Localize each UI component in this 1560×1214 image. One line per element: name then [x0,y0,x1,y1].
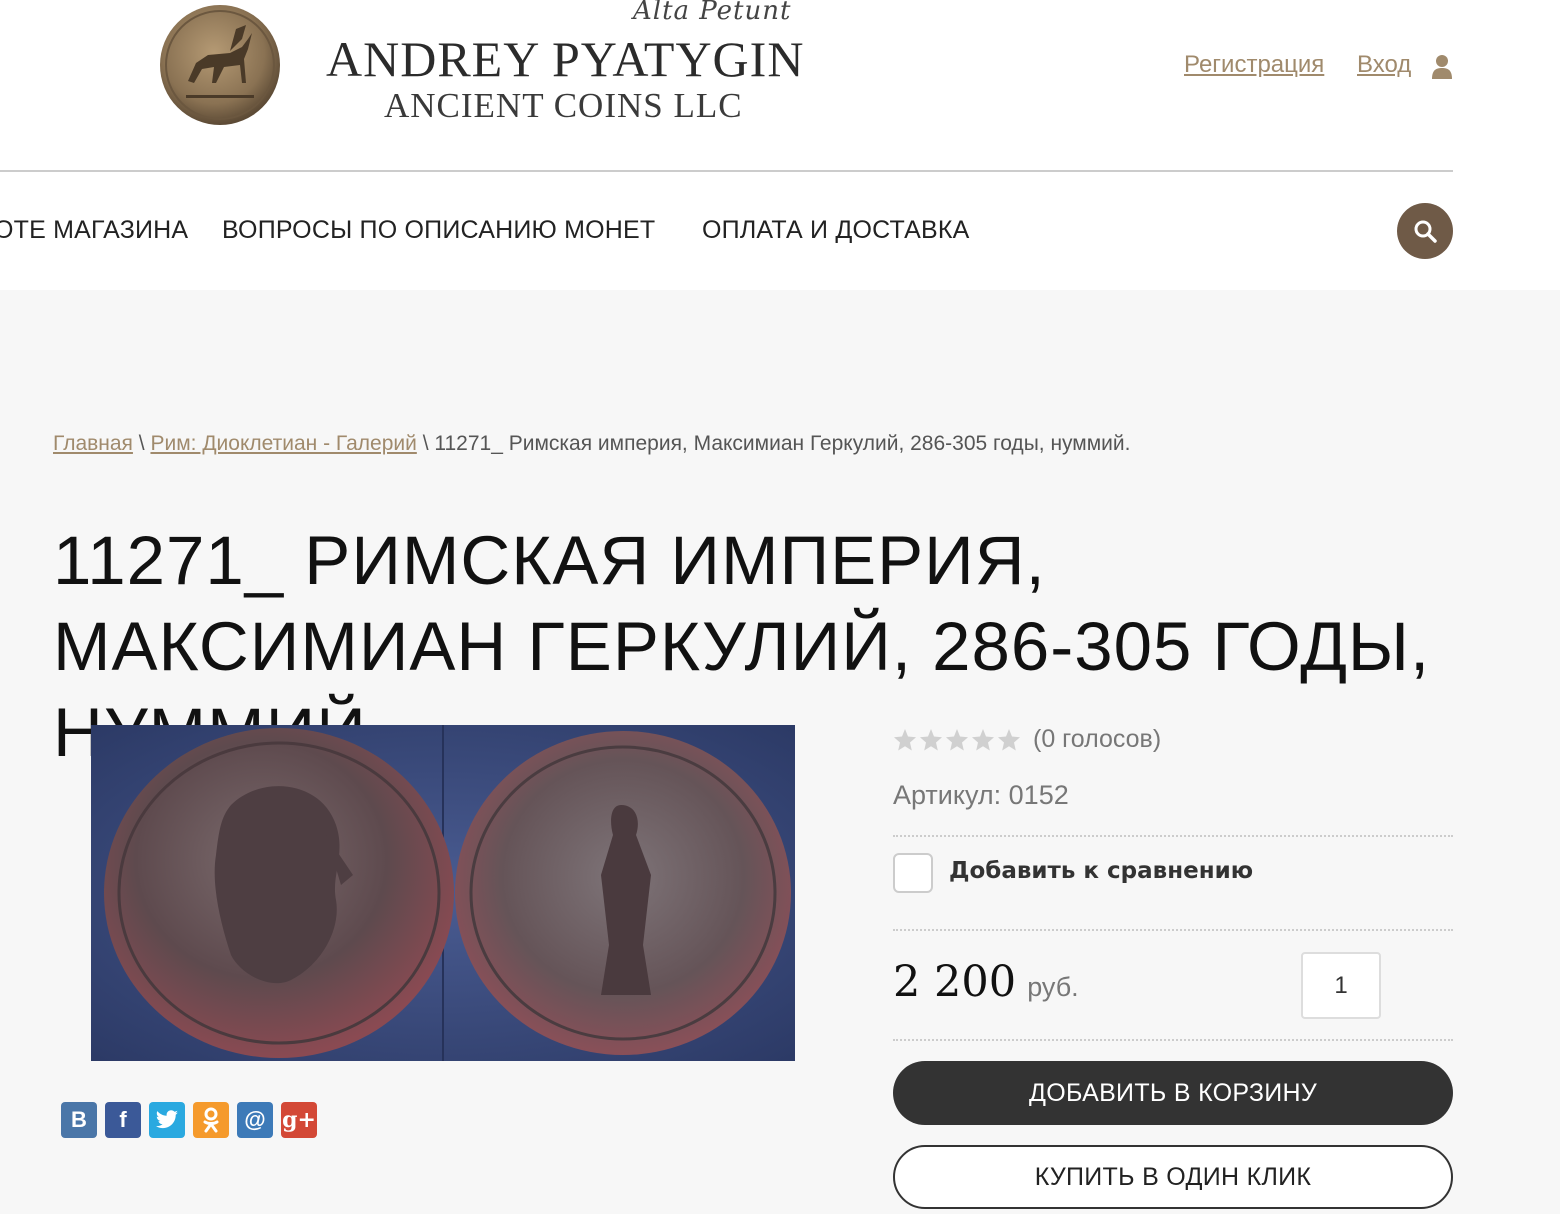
breadcrumb-separator: \ [138,432,145,455]
add-to-cart-button[interactable]: ДОБАВИТЬ В КОРЗИНУ [893,1061,1453,1125]
register-link[interactable]: Регистрация [1184,51,1324,79]
compare-label[interactable]: Добавить к сравнению [949,858,1253,884]
price-currency: руб. [1027,972,1079,1002]
star-icon[interactable] [945,728,969,752]
rating: (0 голосов) [893,725,1161,754]
product-image[interactable] [91,725,795,1061]
odnoklassniki-glyph [203,1107,219,1133]
price: 2 200 руб. [893,957,1079,1007]
nav-item-store[interactable]: ОТЕ МАГАЗИНА [0,216,188,245]
compare-checkbox[interactable] [893,853,933,893]
breadcrumb-home[interactable]: Главная [53,432,133,455]
mailru-icon[interactable]: @ [237,1102,273,1138]
facebook-icon[interactable]: f [105,1102,141,1138]
divider [893,835,1453,837]
breadcrumb-current: 11271_ Римская империя, Максимиан Геркул… [434,432,1131,455]
quantity-input[interactable] [1301,952,1381,1019]
buy-one-click-button[interactable]: КУПИТЬ В ОДИН КЛИК [893,1145,1453,1209]
star-icon[interactable] [971,728,995,752]
login-link[interactable]: Вход [1357,51,1411,79]
header-divider [0,170,1453,172]
logo-subtitle: ANCIENT COINS LLC [384,86,743,125]
breadcrumb-separator: \ [422,432,429,455]
sku: Артикул: 0152 [893,780,1069,810]
votes-count: (0 голосов) [1033,725,1162,753]
rating-stars[interactable] [893,728,1021,752]
breadcrumb-category[interactable]: Рим: Диоклетиан - Галерий [150,432,416,455]
star-icon[interactable] [997,728,1021,752]
odnoklassniki-icon[interactable] [193,1102,229,1138]
nav-item-payment-delivery[interactable]: ОПЛАТА И ДОСТАВКА [702,216,970,245]
search-icon [1414,220,1437,243]
price-value: 2 200 [893,957,1017,1007]
site-header: Alta Petunt ANDREY PYATYGIN ANCIENT COIN… [0,0,1560,290]
googleplus-icon[interactable]: g+ [281,1102,317,1138]
breadcrumb: Главная \ Рим: Диоклетиан - Галерий \ 11… [53,432,1130,456]
divider [893,929,1453,931]
twitter-bird-glyph [156,1110,178,1129]
vk-icon[interactable]: В [61,1102,97,1138]
logo-name[interactable]: ANDREY PYATYGIN [326,30,804,88]
logo-coin-icon[interactable] [158,3,282,127]
star-icon[interactable] [893,728,917,752]
twitter-icon[interactable] [149,1102,185,1138]
logo-motto: Alta Petunt [633,0,792,26]
search-button[interactable] [1397,203,1453,259]
user-icon[interactable] [1431,54,1453,80]
share-buttons: В f @ g+ [61,1102,317,1138]
nav-item-coin-questions[interactable]: ВОПРОСЫ ПО ОПИСАНИЮ МОНЕТ [222,216,655,245]
divider [893,1039,1453,1041]
star-icon[interactable] [919,728,943,752]
